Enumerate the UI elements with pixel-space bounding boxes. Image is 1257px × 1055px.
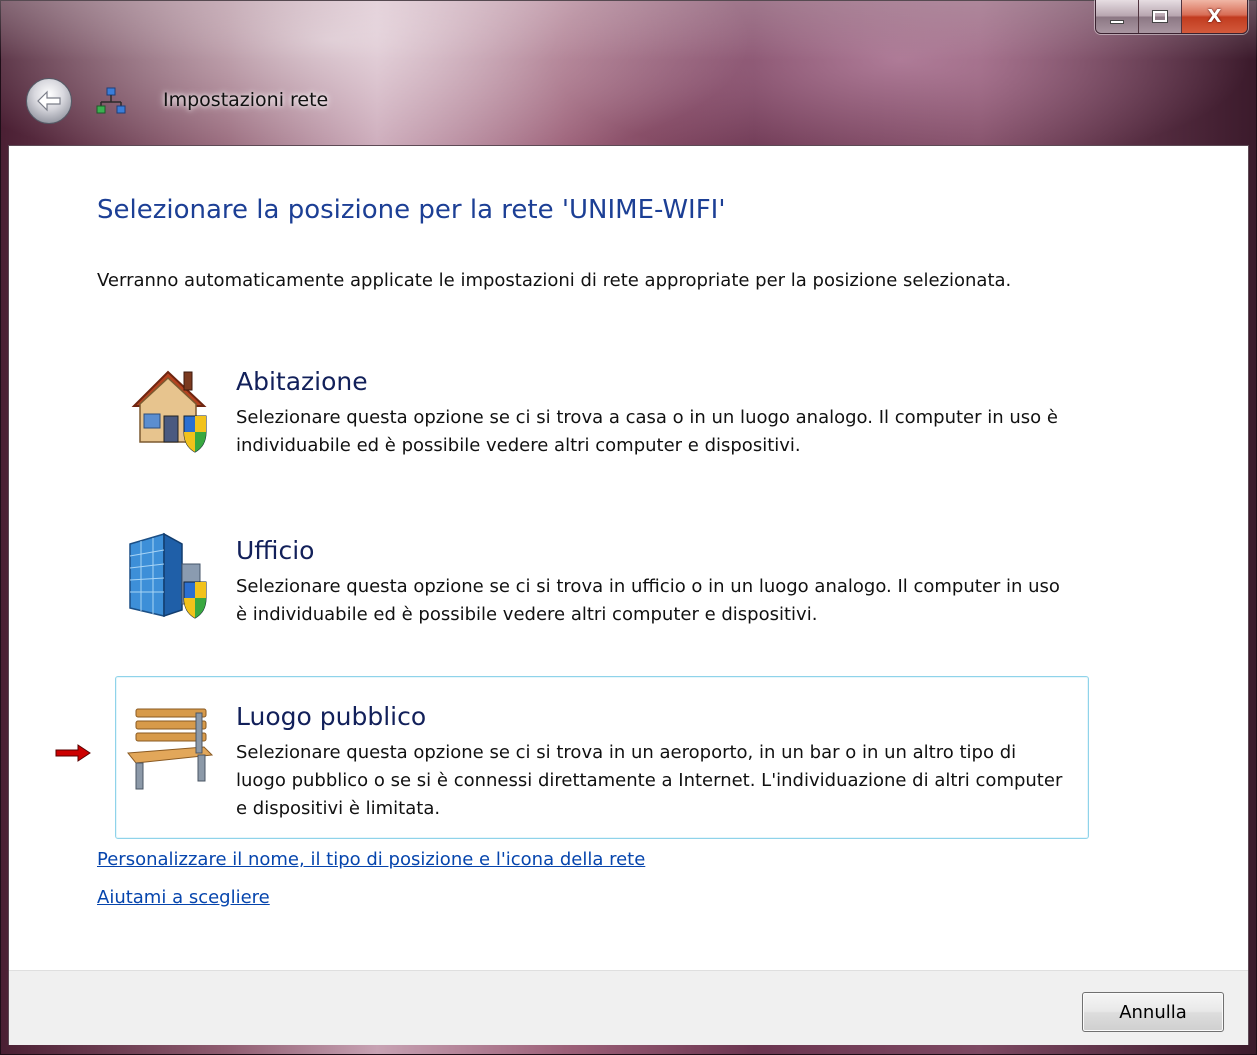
dialog-footer: Annulla: [9, 970, 1248, 1045]
cancel-button[interactable]: Annulla: [1082, 992, 1224, 1032]
help-me-choose-link[interactable]: Aiutami a scegliere: [97, 887, 270, 908]
network-icon: [96, 87, 126, 114]
option-office[interactable]: Ufficio Selezionare questa opzione se ci…: [115, 527, 1089, 665]
minimize-icon: [1110, 19, 1124, 24]
page-heading: Selezionare la posizione per la rete 'UN…: [97, 195, 726, 225]
back-arrow-icon: [37, 90, 61, 112]
maximize-button[interactable]: [1139, 0, 1182, 33]
option-home-description: Selezionare questa opzione se ci si trov…: [236, 407, 1058, 456]
option-public-place-title: Luogo pubblico: [236, 702, 427, 731]
close-button[interactable]: X: [1182, 0, 1247, 33]
close-icon: X: [1207, 6, 1222, 27]
option-office-title: Ufficio: [236, 536, 315, 565]
park-bench-icon: [127, 708, 214, 790]
office-building-shield-icon: [129, 532, 207, 619]
dialog-content: Selezionare la posizione per la rete 'UN…: [8, 145, 1249, 1045]
intro-text: Verranno automaticamente applicate le im…: [97, 270, 1012, 291]
minimize-button[interactable]: [1096, 0, 1139, 33]
house-shield-icon: [131, 370, 207, 453]
pointer-arrow-icon: [55, 744, 91, 762]
option-public-place[interactable]: Luogo pubblico Selezionare questa opzion…: [115, 676, 1089, 839]
caption-buttons: X: [1095, 0, 1248, 34]
customize-network-link[interactable]: Personalizzare il nome, il tipo di posiz…: [97, 849, 645, 870]
option-office-description: Selezionare questa opzione se ci si trov…: [236, 576, 1060, 625]
back-button[interactable]: [26, 78, 72, 124]
window-title: Impostazioni rete: [163, 89, 329, 111]
option-public-place-description: Selezionare questa opzione se ci si trov…: [236, 742, 1063, 819]
option-home-title: Abitazione: [236, 367, 368, 396]
option-home[interactable]: Abitazione Selezionare questa opzione se…: [115, 359, 1089, 497]
maximize-icon: [1152, 10, 1168, 23]
